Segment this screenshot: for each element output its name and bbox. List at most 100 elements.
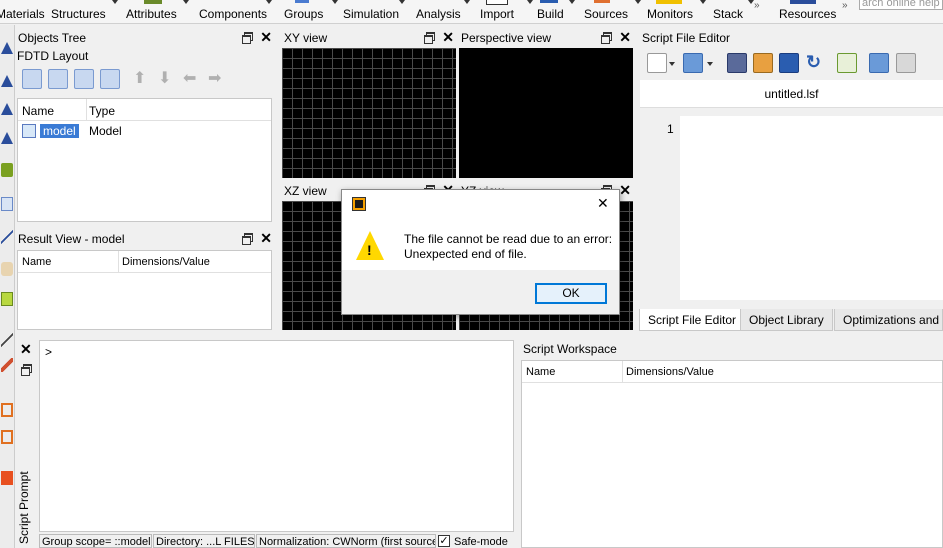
refresh-icon[interactable]: ↻ xyxy=(806,52,821,73)
status-normalization: Normalization: CWNorm (first source) xyxy=(256,534,436,548)
column-header-name[interactable]: Name xyxy=(526,366,555,378)
ribbon-analysis[interactable]: Analysis xyxy=(416,7,461,21)
column-header-name[interactable]: Name xyxy=(22,256,51,268)
close-panel-icon[interactable]: ✕ xyxy=(442,30,454,44)
tree-row-model-type: Model xyxy=(89,124,122,138)
stop-tool-icon[interactable] xyxy=(1,471,13,485)
tab-object-library[interactable]: Object Library xyxy=(740,309,833,331)
float-panel-icon[interactable] xyxy=(21,364,32,376)
save-as-icon[interactable] xyxy=(753,53,773,73)
add-object-icon[interactable] xyxy=(22,69,42,89)
float-panel-icon[interactable] xyxy=(242,233,254,245)
ribbon-groups[interactable]: Groups xyxy=(284,7,323,21)
dropdown-arrow-icon[interactable] xyxy=(569,0,575,4)
dropdown-arrow-icon[interactable] xyxy=(112,0,118,4)
safe-mode-checkbox[interactable]: ✓ xyxy=(438,535,450,547)
objects-tree-table: Name Type model Model xyxy=(17,98,272,222)
move-up-icon[interactable]: ⬆ xyxy=(133,68,146,88)
groups-icon xyxy=(295,0,309,3)
script-workspace-title: Script Workspace xyxy=(520,339,943,358)
error-dialog: ✕ ! The file cannot be read due to an er… xyxy=(341,189,620,315)
ruler-tool-icon[interactable] xyxy=(1,292,13,306)
add-group-icon[interactable] xyxy=(48,69,68,89)
frame-tool-icon[interactable] xyxy=(1,403,13,417)
column-header-dimensions[interactable]: Dimensions/Value xyxy=(626,366,714,378)
pyramid-tool-icon[interactable] xyxy=(1,75,13,87)
dropdown-arrow-icon[interactable] xyxy=(707,62,713,66)
dropdown-arrow-icon[interactable] xyxy=(399,0,405,4)
ribbon-attributes[interactable]: Attributes xyxy=(126,7,177,21)
dialog-close-icon[interactable]: ✕ xyxy=(597,195,609,212)
move-right-icon[interactable]: ➡ xyxy=(208,68,221,88)
new-file-icon[interactable] xyxy=(647,53,667,73)
script-editor-textarea[interactable] xyxy=(680,116,943,300)
file-tab-untitled[interactable]: untitled.lsf xyxy=(640,87,943,101)
ribbon-overflow-icon[interactable]: » xyxy=(754,0,760,11)
open-folder-icon[interactable] xyxy=(779,53,799,73)
dropdown-arrow-icon[interactable] xyxy=(700,0,706,4)
select-tool-icon[interactable] xyxy=(1,197,13,211)
dropdown-arrow-icon[interactable] xyxy=(266,0,272,4)
pyramid-tool-icon[interactable] xyxy=(1,42,13,54)
ribbon-build[interactable]: Build xyxy=(537,7,564,21)
perspective-view-canvas[interactable] xyxy=(459,48,633,178)
tree-row-model-name[interactable]: model xyxy=(40,124,79,138)
script-prompt-panel: ✕ Script Prompt > Group scope= ::model D… xyxy=(15,338,515,548)
column-header-dimensions[interactable]: Dimensions/Value xyxy=(122,256,210,268)
move-left-icon[interactable]: ⬅ xyxy=(183,68,196,88)
pen-tool-icon[interactable] xyxy=(1,333,13,347)
ribbon-import[interactable]: Import xyxy=(480,7,514,21)
move-down-icon[interactable]: ⬇ xyxy=(158,68,171,88)
line-number: 1 xyxy=(667,122,674,136)
ribbon-monitors[interactable]: Monitors xyxy=(647,7,693,21)
grid-tool-icon[interactable] xyxy=(1,430,13,444)
close-panel-icon[interactable]: ✕ xyxy=(260,30,272,44)
line-tool-icon[interactable] xyxy=(1,230,13,244)
split-view-icon[interactable] xyxy=(869,53,889,73)
ribbon-components[interactable]: Components xyxy=(199,7,267,21)
bucket-tool-icon[interactable] xyxy=(1,163,13,177)
close-panel-icon[interactable]: ✕ xyxy=(619,30,631,44)
tab-script-file-editor[interactable]: Script File Editor xyxy=(639,309,746,331)
ribbon-sources[interactable]: Sources xyxy=(584,7,628,21)
search-input[interactable]: arch online help xyxy=(859,0,943,10)
step-icon[interactable] xyxy=(896,53,916,73)
save-icon[interactable] xyxy=(727,53,747,73)
close-panel-icon[interactable]: ✕ xyxy=(260,231,272,245)
dropdown-arrow-icon[interactable] xyxy=(669,62,675,66)
ribbon-overflow-icon[interactable]: » xyxy=(842,0,848,11)
script-file-editor-panel: Script File Editor ↻ untitled.lsf 1 Scri… xyxy=(639,28,943,331)
column-header-type[interactable]: Type xyxy=(89,104,115,118)
open-file-icon[interactable] xyxy=(683,53,703,73)
hand-tool-icon[interactable] xyxy=(1,262,13,276)
column-header-name[interactable]: Name xyxy=(22,104,54,118)
dropdown-arrow-icon[interactable] xyxy=(464,0,470,4)
ribbon-simulation[interactable]: Simulation xyxy=(343,7,399,21)
ribbon-materials[interactable]: Materials xyxy=(0,7,45,21)
float-panel-icon[interactable] xyxy=(424,32,436,44)
run-script-icon[interactable] xyxy=(837,53,857,73)
float-panel-icon[interactable] xyxy=(242,32,254,44)
dropdown-arrow-icon[interactable] xyxy=(527,0,533,4)
resources-icon xyxy=(790,0,816,4)
close-panel-icon[interactable]: ✕ xyxy=(20,342,32,356)
float-panel-icon[interactable] xyxy=(601,32,613,44)
ribbon-stack[interactable]: Stack xyxy=(713,7,743,21)
ribbon-resources[interactable]: Resources xyxy=(779,7,836,21)
script-prompt-console[interactable]: > xyxy=(39,340,514,532)
dropdown-arrow-icon[interactable] xyxy=(332,0,338,4)
add-analysis-icon[interactable] xyxy=(74,69,94,89)
ribbon-structures[interactable]: Structures xyxy=(51,7,106,21)
dropdown-arrow-icon[interactable] xyxy=(183,0,189,4)
xy-view-canvas[interactable] xyxy=(282,48,456,178)
edit-tool-icon[interactable] xyxy=(1,358,13,372)
dropdown-arrow-icon[interactable] xyxy=(635,0,641,4)
close-panel-icon[interactable]: ✕ xyxy=(619,183,631,197)
delete-object-icon[interactable] xyxy=(100,69,120,89)
script-prompt-title: Script Prompt xyxy=(17,471,31,544)
pyramid-tool-icon[interactable] xyxy=(1,103,13,115)
pyramid-tool-icon[interactable] xyxy=(1,132,13,144)
perspective-view-panel: Perspective view ✕ xyxy=(458,28,633,178)
tab-optimizations[interactable]: Optimizations and Sw xyxy=(834,309,943,331)
ok-button[interactable]: OK xyxy=(535,283,607,304)
